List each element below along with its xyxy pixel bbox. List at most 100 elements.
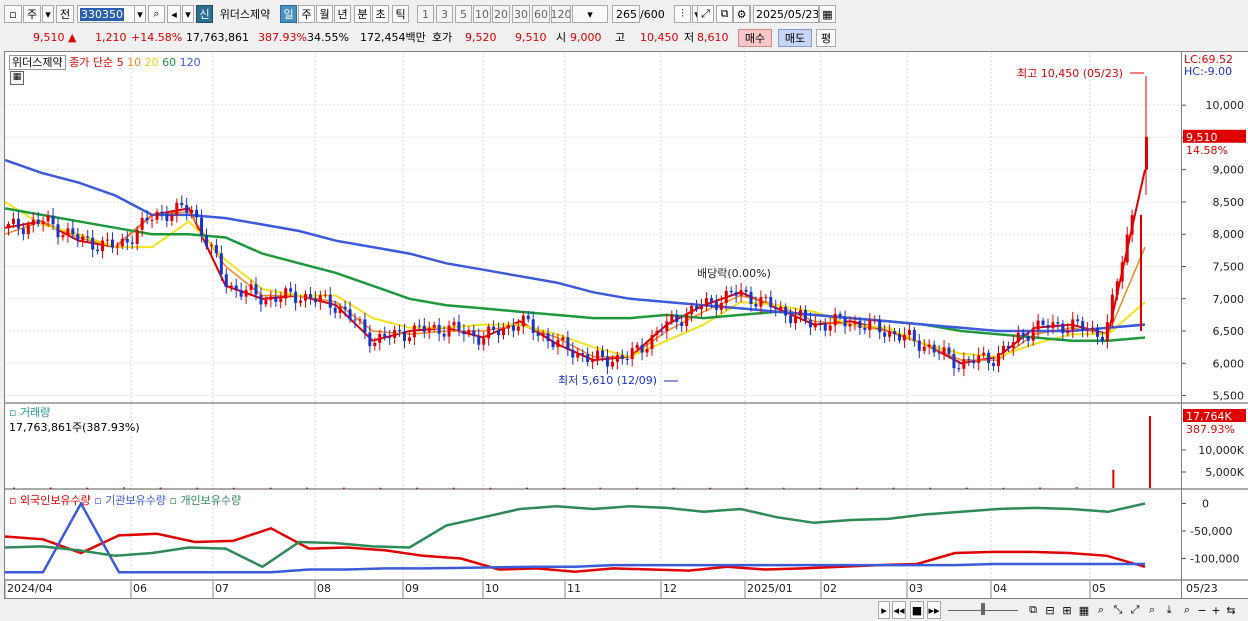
market-dropdown-icon[interactable]: ▾ [42,5,54,23]
buy-label: 매수 [744,32,766,45]
draw-tool-icon[interactable]: ⤢ [697,5,714,23]
interval-tab-0[interactable]: 1 [417,5,434,23]
zoom-icon[interactable]: ⌕ [1145,601,1159,619]
candle-type-icon[interactable]: ⫶ [674,5,691,23]
x-axis-label: 06 [133,582,147,595]
x-axis-label: 09 [405,582,419,595]
candle-body [823,323,827,331]
candle-body [749,291,753,305]
period-tab-3[interactable]: 년 [334,5,351,23]
legend-stock-name[interactable]: 위더스제약 [9,55,66,70]
candle-body [581,353,585,355]
candle-body [521,315,525,327]
candle-body [338,306,342,313]
candle-body [1011,342,1015,349]
y-tick-label: 5,000K [1205,466,1244,479]
magnify-icon[interactable]: ⌕ [1094,601,1108,619]
zoom-slider-handle[interactable] [981,603,985,615]
stop-icon[interactable]: ■ [910,601,924,619]
candle-body [209,245,213,247]
candle-body [952,353,956,369]
layout-icon[interactable]: ⊞ [1060,601,1074,619]
candle-body [803,310,807,320]
date-input[interactable]: 2025/05/23 [753,5,819,23]
interval-tab-6[interactable]: 60 [532,5,550,23]
sell-button[interactable]: 매도 [778,29,812,47]
candle-body [71,228,75,235]
holding-line-2 [5,502,1146,569]
candle-body [363,319,367,333]
prev-select[interactable]: 전 [56,5,74,23]
candle-body [1086,329,1090,331]
interval-tab-3[interactable]: 10 [473,5,491,23]
trade-amount: 172,454백만 [360,31,426,44]
candle-body [917,340,921,351]
x-axis-label: 11 [567,582,581,595]
y-tick-label: 10,000K [1198,444,1244,457]
reset-icon[interactable]: ⇆ [1224,601,1238,619]
copy-icon[interactable]: ⧉ [1026,601,1040,619]
interval-tab-7[interactable]: 120 [551,5,571,23]
rewind-icon[interactable]: ◂◂ [892,601,906,619]
ruler-icon[interactable]: ⤢ [1128,601,1142,619]
window-menu-icon[interactable]: ▫ [4,5,22,23]
chart-svg[interactable]: 2024/04 06 07 08 09 10 11 12 2025/01 02 03 04 05 [5,52,1181,598]
interval-dropdown[interactable]: ▾ [572,5,608,23]
candle-body [1096,327,1099,337]
count-value: 265 [616,7,637,21]
period-tab-5[interactable]: 초 [372,5,389,23]
calendar-icon[interactable]: ▦ [819,5,836,23]
candle-body [670,314,674,322]
volume-title-text: 거래량 [19,406,51,419]
market-select[interactable]: 주 [23,5,41,23]
split-icon[interactable]: ⊟ [1043,601,1057,619]
interval-tab-label: 1 [422,7,429,21]
y-tick-label: 10,000 [1206,99,1245,112]
candle-body [932,344,936,353]
y-tick-label: -100,000 [1190,553,1239,566]
interval-tab-4[interactable]: 20 [492,5,510,23]
grid-icon[interactable]: ▦ [1077,601,1091,619]
candle-body [744,290,748,292]
zoom-in-icon[interactable]: + [1210,601,1222,619]
chart-area[interactable]: 2024/04 06 07 08 09 10 11 12 2025/01 02 03 04 05 위더스… [4,51,1182,599]
turnover: 34.55% [307,31,349,44]
period-tab-2[interactable]: 월 [316,5,333,23]
calculator-icon[interactable]: ▦ [10,71,24,85]
count-input[interactable]: 265 [612,5,640,23]
trend-icon[interactable]: ⤡ [1111,601,1125,619]
speaker-icon[interactable]: ◂ [167,5,181,23]
interval-tab-1[interactable]: 3 [436,5,453,23]
candle-body [640,344,644,353]
candle-body [586,354,590,363]
interval-tab-5[interactable]: 30 [512,5,530,23]
scroll-right-icon[interactable]: ▸ [878,601,890,619]
period-tab-1[interactable]: 주 [298,5,315,23]
settings-icon[interactable]: ⚙ [733,5,750,23]
candle-body [764,296,768,298]
forward-icon[interactable]: ▸▸ [927,601,941,619]
shin-button[interactable]: 신 [196,5,213,23]
candle-body [714,301,718,310]
period-tab-4[interactable]: 분 [354,5,371,23]
pyeong-button[interactable]: 평 [816,29,836,47]
search-icon[interactable]: ⌕ [148,5,165,23]
overlap-icon[interactable]: ⧉ [716,5,733,23]
candle-body [180,202,184,206]
code-input[interactable]: 330350 [77,5,135,23]
code-dropdown-icon[interactable]: ▾ [134,5,146,23]
pin-icon[interactable]: ⤓ [1162,601,1176,619]
candle-body [279,298,283,302]
candle-body [76,234,80,241]
candle-body [754,304,758,307]
stock-name-text: 위더스제약 [219,8,271,21]
zoom-out-icon[interactable]: − [1196,601,1208,619]
period-tab-0[interactable]: 일 [280,5,297,23]
speaker-dropdown-icon[interactable]: ▾ [182,5,194,23]
candle-body [967,359,971,361]
candle-body [333,307,337,313]
period-tab-6[interactable]: 틱 [392,5,409,23]
interval-tab-2[interactable]: 5 [455,5,472,23]
buy-button[interactable]: 매수 [738,29,772,47]
search-zoom-icon[interactable]: ⌕ [1180,601,1194,619]
